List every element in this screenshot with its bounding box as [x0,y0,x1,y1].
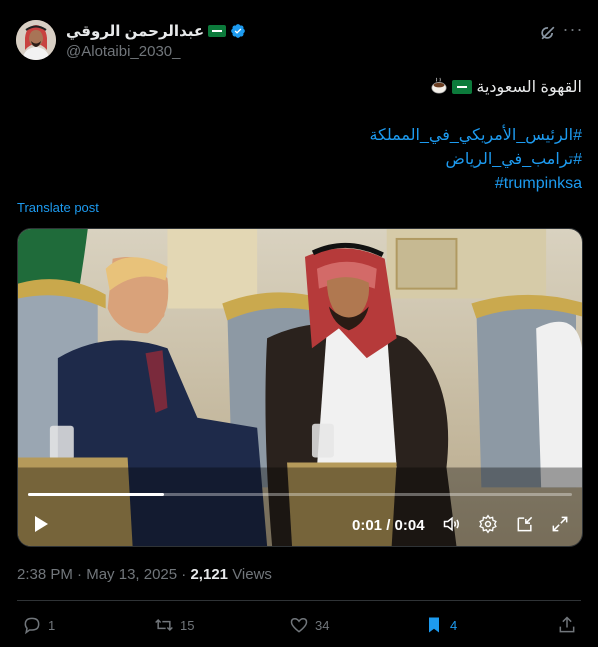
divider [17,600,581,601]
hashtag-link[interactable]: #trumpinksa [22,172,582,196]
picture-in-picture-icon[interactable] [515,514,535,534]
bookmark-icon [429,617,439,633]
reply-icon [24,617,40,635]
display-name[interactable]: عبدالرحمن الروقي [66,22,204,40]
grok-icon[interactable] [538,23,558,43]
video-progress-fill [28,493,164,496]
like-button[interactable]: 34 [289,614,329,636]
play-icon[interactable] [32,515,50,533]
repost-count: 15 [180,617,195,633]
coffee-icon [431,77,447,94]
repost-button[interactable]: 15 [154,614,194,636]
video-player[interactable]: 0:01 / 0:04 [17,228,583,547]
hashtag-link[interactable]: #الرئيس_الأمريكي_في_المملكة [22,124,582,148]
post-line-1: القهوة السعودية [22,76,582,100]
verified-badge-icon[interactable] [230,23,246,39]
settings-gear-icon[interactable] [478,514,498,534]
meta-separator: · [181,566,187,583]
post-date[interactable]: May 13, 2025 [86,566,177,583]
post-text: القهوة السعودية #الرئيس_الأمريكي_في_المم… [22,76,582,196]
bookmark-count: 4 [450,617,458,633]
share-button[interactable] [557,614,577,636]
repost-icon [155,618,173,632]
views-label: Views [232,566,272,583]
tweet: عبدالرحمن الروقي @Alotaibi_2030_ ··· الق… [0,0,598,647]
author-handle[interactable]: @Alotaibi_2030_ [66,43,180,60]
avatar[interactable] [16,20,56,60]
video-controls: 0:01 / 0:04 [18,509,582,539]
meta-separator: · [77,566,83,583]
video-time: 0:01 / 0:04 [352,517,425,534]
post-line-1-text: القهوة السعودية [476,79,582,96]
saudi-flag-icon [208,25,227,37]
hashtag-link[interactable]: #ترامب_في_الرياض [22,148,582,172]
volume-icon[interactable] [442,514,462,534]
video-progress-bar[interactable] [28,493,572,496]
heart-icon [290,617,308,633]
views-count: 2,121 [190,566,229,583]
bookmark-button[interactable]: 4 [424,614,457,636]
more-options-icon[interactable]: ··· [562,20,584,42]
video-frame [18,229,582,546]
post-meta: 2:38 PM · May 13, 2025 · 2,121 Views [17,566,272,583]
translate-post-link[interactable]: Translate post [17,200,99,215]
author-name-row[interactable]: عبدالرحمن الروقي [66,22,246,40]
fullscreen-icon[interactable] [550,514,570,534]
reply-button[interactable]: 1 [22,614,55,636]
like-count: 34 [315,617,330,633]
saudi-flag-icon [452,80,473,94]
reply-count: 1 [48,617,56,633]
post-time[interactable]: 2:38 PM [17,566,73,583]
share-icon [559,616,575,633]
